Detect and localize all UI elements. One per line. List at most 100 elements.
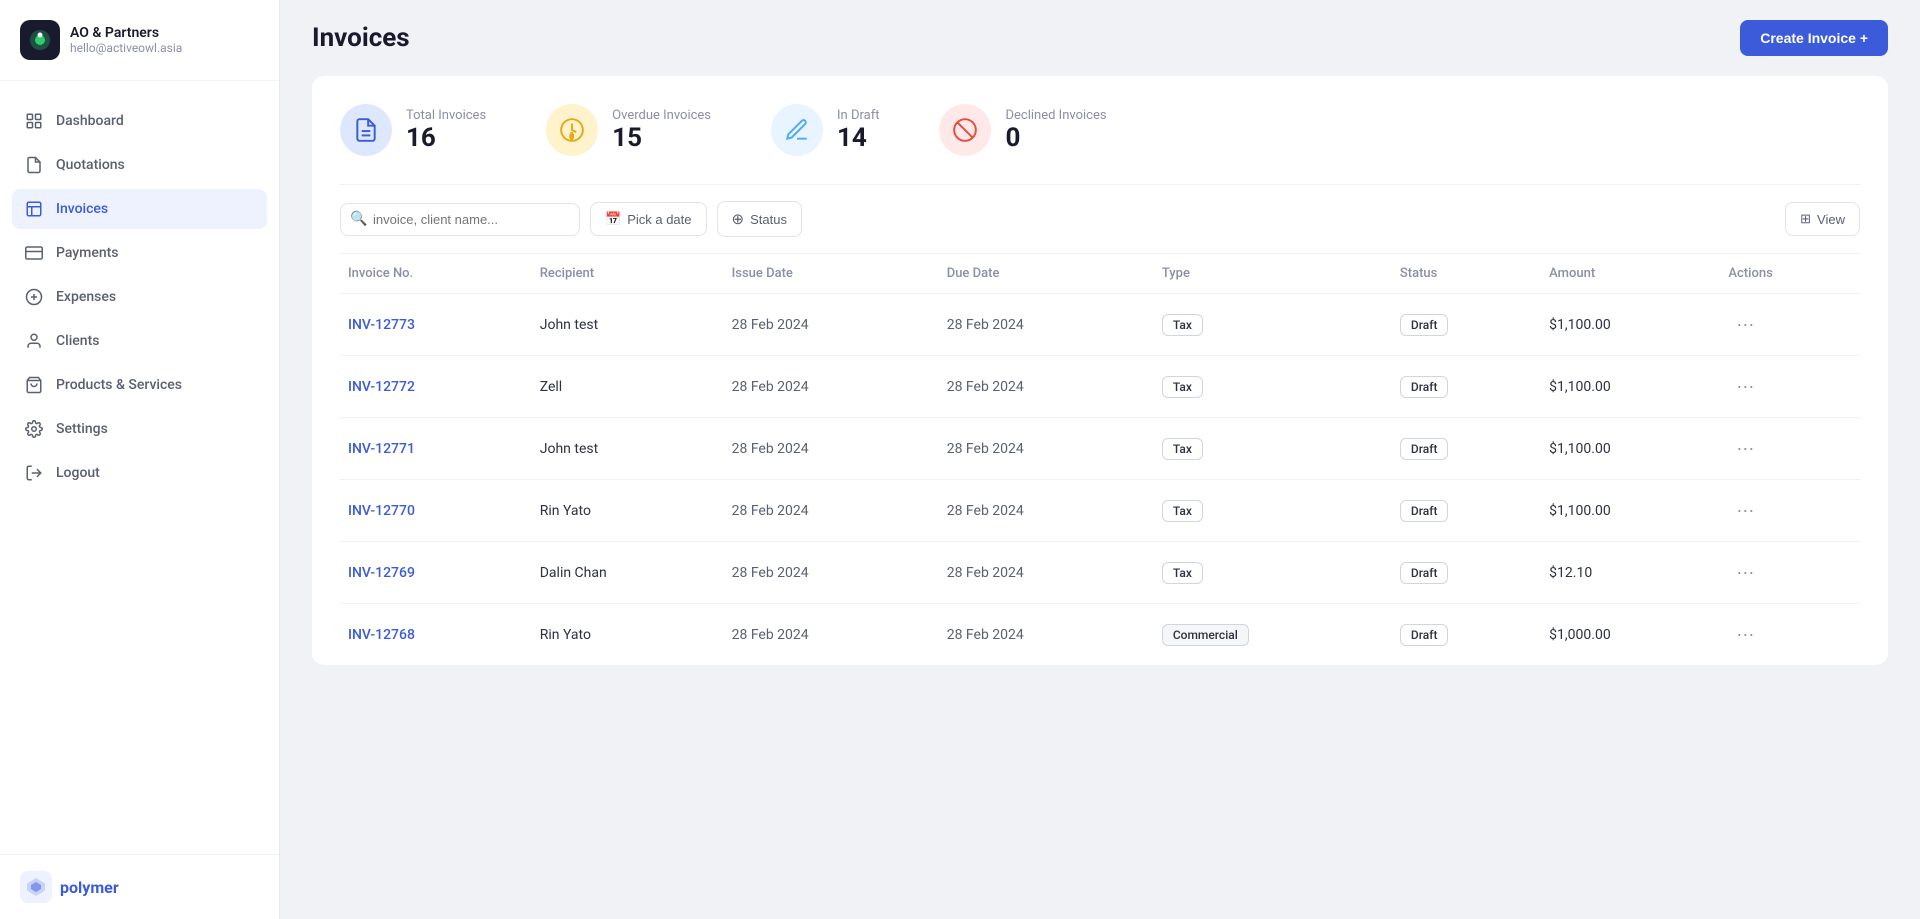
cell-actions[interactable]: ···: [1720, 604, 1860, 666]
cell-actions[interactable]: ···: [1720, 356, 1860, 418]
stat-draft: In Draft 14: [771, 104, 879, 156]
polymer-brand: polymer: [20, 871, 119, 903]
cell-amount: $1,100.00: [1541, 480, 1720, 542]
search-input[interactable]: [340, 203, 580, 236]
sidebar-item-expenses[interactable]: Expenses: [12, 277, 267, 317]
toolbar: 🔍 📅 Pick a date ⊕ Status ⊞ View: [340, 184, 1860, 254]
sidebar: AO & Partners hello@activeowl.asia Dashb…: [0, 0, 280, 919]
cell-invoice-no: INV-12769: [340, 542, 532, 604]
cell-recipient: Rin Yato: [532, 604, 724, 666]
settings-icon: [24, 419, 44, 439]
view-button[interactable]: ⊞ View: [1785, 202, 1860, 236]
cell-amount: $1,000.00: [1541, 604, 1720, 666]
dashboard-label: Dashboard: [56, 113, 124, 129]
cell-actions[interactable]: ···: [1720, 418, 1860, 480]
cell-due-date: 28 Feb 2024: [939, 542, 1154, 604]
stats-row: Total Invoices 16 $ Overdue Invoices: [340, 104, 1860, 184]
cell-amount: $1,100.00: [1541, 356, 1720, 418]
cell-due-date: 28 Feb 2024: [939, 294, 1154, 356]
search-wrap: 🔍: [340, 203, 580, 236]
polymer-icon: [20, 871, 52, 903]
products-services-label: Products & Services: [56, 377, 182, 393]
quotations-icon: [24, 155, 44, 175]
cell-type: Tax: [1154, 294, 1392, 356]
status-filter-label: Status: [750, 212, 787, 227]
clients-label: Clients: [56, 333, 99, 349]
stat-draft-label: In Draft: [837, 108, 879, 123]
sidebar-item-dashboard[interactable]: Dashboard: [12, 101, 267, 141]
settings-label: Settings: [56, 421, 108, 437]
cell-recipient: Zell: [532, 356, 724, 418]
stat-declined-info: Declined Invoices 0: [1005, 108, 1106, 153]
cell-issue-date: 28 Feb 2024: [724, 480, 939, 542]
col-amount: Amount: [1541, 254, 1720, 294]
stat-overdue-label: Overdue Invoices: [612, 108, 711, 123]
view-icon: ⊞: [1800, 211, 1811, 227]
row-actions-button[interactable]: ···: [1728, 372, 1762, 401]
stat-total-invoices: Total Invoices 16: [340, 104, 486, 156]
search-icon: 🔍: [350, 211, 367, 227]
cell-due-date: 28 Feb 2024: [939, 604, 1154, 666]
col-invoice-no: Invoice No.: [340, 254, 532, 294]
logout-icon: [24, 463, 44, 483]
row-actions-button[interactable]: ···: [1728, 558, 1762, 587]
cell-recipient: John test: [532, 294, 724, 356]
cell-type: Tax: [1154, 418, 1392, 480]
stat-total-info: Total Invoices 16: [406, 108, 486, 153]
sidebar-item-invoices[interactable]: Invoices: [12, 189, 267, 229]
cell-due-date: 28 Feb 2024: [939, 418, 1154, 480]
table-row: INV-12770 Rin Yato 28 Feb 2024 28 Feb 20…: [340, 480, 1860, 542]
cell-issue-date: 28 Feb 2024: [724, 294, 939, 356]
sidebar-item-clients[interactable]: Clients: [12, 321, 267, 361]
sidebar-header: AO & Partners hello@activeowl.asia: [0, 0, 279, 81]
sidebar-item-products-services[interactable]: Products & Services: [12, 365, 267, 405]
cell-status: Draft: [1392, 418, 1541, 480]
overdue-invoices-icon-wrap: $: [546, 104, 598, 156]
invoices-icon: [24, 199, 44, 219]
stat-declined-invoices: Declined Invoices 0: [939, 104, 1106, 156]
stat-overdue-invoices: $ Overdue Invoices 15: [546, 104, 711, 156]
date-filter-label: Pick a date: [627, 212, 691, 227]
cell-status: Draft: [1392, 542, 1541, 604]
create-invoice-button[interactable]: Create Invoice +: [1740, 20, 1888, 56]
dashboard-icon: [24, 111, 44, 131]
sidebar-item-logout[interactable]: Logout: [12, 453, 267, 493]
cell-invoice-no: INV-12770: [340, 480, 532, 542]
table-row: INV-12773 John test 28 Feb 2024 28 Feb 2…: [340, 294, 1860, 356]
col-recipient: Recipient: [532, 254, 724, 294]
row-actions-button[interactable]: ···: [1728, 496, 1762, 525]
col-status: Status: [1392, 254, 1541, 294]
sidebar-item-quotations[interactable]: Quotations: [12, 145, 267, 185]
table-row: INV-12772 Zell 28 Feb 2024 28 Feb 2024 T…: [340, 356, 1860, 418]
row-actions-button[interactable]: ···: [1728, 310, 1762, 339]
date-filter-button[interactable]: 📅 Pick a date: [590, 202, 707, 236]
invoices-table: Invoice No. Recipient Issue Date Due Dat…: [340, 254, 1860, 665]
cell-actions[interactable]: ···: [1720, 294, 1860, 356]
table-row: INV-12769 Dalin Chan 28 Feb 2024 28 Feb …: [340, 542, 1860, 604]
cell-type: Tax: [1154, 480, 1392, 542]
sidebar-nav: Dashboard Quotations Invoices Payments E…: [0, 81, 279, 854]
cell-issue-date: 28 Feb 2024: [724, 418, 939, 480]
cell-actions[interactable]: ···: [1720, 542, 1860, 604]
sidebar-item-payments[interactable]: Payments: [12, 233, 267, 273]
main-content: Total Invoices 16 $ Overdue Invoices: [280, 76, 1920, 919]
status-filter-button[interactable]: ⊕ Status: [717, 201, 802, 237]
view-label: View: [1817, 212, 1845, 227]
draft-icon-wrap: [771, 104, 823, 156]
cell-recipient: John test: [532, 418, 724, 480]
payments-icon: [24, 243, 44, 263]
svg-text:$: $: [570, 133, 574, 141]
content-card: Total Invoices 16 $ Overdue Invoices: [312, 76, 1888, 665]
cell-amount: $1,100.00: [1541, 418, 1720, 480]
row-actions-button[interactable]: ···: [1728, 620, 1762, 649]
sidebar-item-settings[interactable]: Settings: [12, 409, 267, 449]
cell-invoice-no: INV-12768: [340, 604, 532, 666]
col-issue-date: Issue Date: [724, 254, 939, 294]
cell-actions[interactable]: ···: [1720, 480, 1860, 542]
row-actions-button[interactable]: ···: [1728, 434, 1762, 463]
cell-recipient: Rin Yato: [532, 480, 724, 542]
expenses-icon: [24, 287, 44, 307]
cell-status: Draft: [1392, 294, 1541, 356]
table-row: INV-12768 Rin Yato 28 Feb 2024 28 Feb 20…: [340, 604, 1860, 666]
stat-declined-label: Declined Invoices: [1005, 108, 1106, 123]
